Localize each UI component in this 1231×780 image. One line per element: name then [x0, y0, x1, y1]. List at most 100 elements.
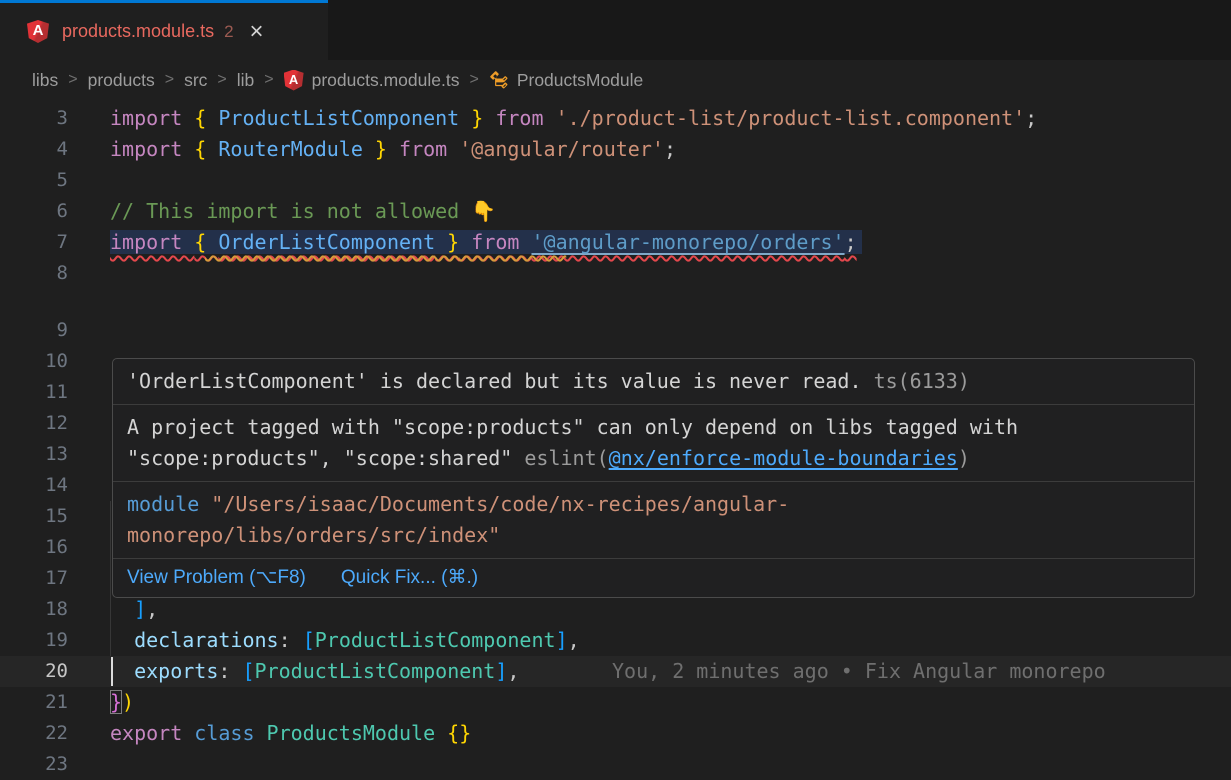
code-token: ;	[1025, 106, 1037, 130]
eslint-rule-link[interactable]: @nx/enforce-module-boundaries	[609, 446, 958, 470]
chevron-right-icon: >	[217, 71, 226, 89]
tab-products-module[interactable]: products.module.ts 2 ×	[0, 0, 328, 60]
line-number-5[interactable]: 5	[0, 165, 68, 196]
line-number-10[interactable]: 10	[0, 346, 68, 377]
line-content: // This import is not allowed 👇	[110, 196, 1231, 227]
line-number-20[interactable]: 20	[0, 656, 68, 687]
quick-fix-button[interactable]: Quick Fix... (⌘.)	[341, 564, 478, 591]
line-number-12[interactable]: 12	[0, 408, 68, 439]
hover-actions: View Problem (⌥F8) Quick Fix... (⌘.)	[113, 559, 1194, 597]
line-content: import { RouterModule } from '@angular/r…	[110, 134, 1231, 165]
code-token: {	[194, 106, 218, 130]
eslint-source-open: eslint(	[524, 446, 608, 470]
code-token: import	[110, 137, 194, 161]
breadcrumb-item-libs[interactable]: libs	[32, 70, 58, 91]
view-problem-button[interactable]: View Problem (⌥F8)	[127, 564, 306, 591]
code-token: // This import is not allowed	[110, 199, 471, 223]
code-line-9[interactable]: 9	[0, 315, 1231, 346]
code-line-8[interactable]: 8	[0, 258, 1231, 289]
code-line-23[interactable]: 23	[0, 749, 1231, 780]
line-number-16[interactable]: 16	[0, 532, 68, 563]
code-line-22[interactable]: 22 export class ProductsModule {}	[0, 718, 1231, 749]
code-token: ProductListComponent	[218, 106, 459, 130]
code-token: 👇	[471, 199, 496, 223]
module-line1: module "/Users/isaac/Documents/code/nx-r…	[127, 489, 1180, 520]
line-number-8[interactable]: 8	[0, 258, 68, 289]
eslint-source-close: )	[958, 446, 970, 470]
code-token: ProductListComponent	[255, 659, 496, 683]
line-content: import { OrderListComponent } from '@ang…	[110, 227, 1231, 258]
line-number-3[interactable]: 3	[0, 103, 68, 134]
code-line-3[interactable]: 3import { ProductListComponent } from '.…	[0, 103, 1231, 134]
chevron-right-icon: >	[165, 71, 174, 89]
code-line-6[interactable]: 6 // This import is not allowed 👇	[0, 196, 1231, 227]
hover-eslint-error: A project tagged with "scope:products" c…	[113, 405, 1194, 482]
tab-problem-count-badge: 2	[224, 22, 233, 42]
line-number-21[interactable]: 21	[0, 687, 68, 718]
code-token: ]	[134, 597, 146, 621]
line-number-13[interactable]: 13	[0, 439, 68, 470]
eslint-message-line2: "scope:products", "scope:shared" eslint(…	[127, 443, 1180, 474]
code-token	[110, 597, 134, 621]
code-token: exports	[134, 659, 218, 683]
breadcrumb-item-symbol[interactable]: ProductsModule	[517, 70, 643, 91]
angular-file-icon	[27, 20, 49, 43]
code-line-18[interactable]: 18 ],	[0, 594, 1231, 625]
breadcrumb-item-lib[interactable]: lib	[237, 70, 255, 91]
line-content: ],	[110, 594, 1231, 625]
code-token: [	[303, 628, 315, 652]
code-token: ProductsModule	[267, 721, 448, 745]
line-number-11[interactable]: 11	[0, 377, 68, 408]
code-line-5[interactable]: 5	[0, 165, 1231, 196]
code-token: )	[122, 690, 134, 714]
line-content	[110, 258, 1231, 289]
indent-guide-icon	[110, 501, 111, 532]
breadcrumb-item-src[interactable]: src	[184, 70, 207, 91]
line-number-19[interactable]: 19	[0, 625, 68, 656]
code-token: {	[194, 137, 218, 161]
line-content	[110, 749, 1231, 780]
code-line-21[interactable]: 21})	[0, 687, 1231, 718]
indent-guide-icon	[110, 532, 111, 563]
code-token: ,	[507, 659, 519, 683]
line-number-4[interactable]: 4	[0, 134, 68, 165]
code-line-20[interactable]: 20 exports: [ProductListComponent],You, …	[0, 656, 1231, 687]
line-number-23[interactable]: 23	[0, 749, 68, 780]
line-content	[110, 315, 1231, 346]
line-number-9[interactable]: 9	[0, 315, 68, 346]
code-token	[110, 628, 134, 652]
code-line-19[interactable]: 19 declarations: [ProductListComponent],	[0, 625, 1231, 656]
line-number-18[interactable]: 18	[0, 594, 68, 625]
line-number-15[interactable]: 15	[0, 501, 68, 532]
code-token: :	[279, 628, 303, 652]
line-number-17[interactable]: 17	[0, 563, 68, 594]
line-content: exports: [ProductListComponent],You, 2 m…	[110, 656, 1231, 687]
line-number-14[interactable]: 14	[0, 470, 68, 501]
code-line-7[interactable]: 7 import { OrderListComponent } from '@an…	[0, 227, 1231, 258]
code-token: ,	[568, 628, 580, 652]
chevron-right-icon: >	[68, 71, 77, 89]
eslint-message-tags: "scope:products", "scope:shared"	[127, 446, 512, 470]
vscode-window: products.module.ts 2 × libs > products >…	[0, 0, 1231, 780]
code-token: }	[110, 690, 122, 714]
breadcrumb-item-file[interactable]: products.module.ts	[312, 70, 460, 91]
code-token: export	[110, 721, 194, 745]
close-icon[interactable]: ×	[250, 20, 264, 44]
chevron-right-icon: >	[469, 71, 478, 89]
tab-title: products.module.ts	[62, 21, 214, 42]
code-token: RouterModule	[218, 137, 363, 161]
line-number-22[interactable]: 22	[0, 718, 68, 749]
line-content: export class ProductsModule {}	[110, 718, 1231, 749]
breadcrumb-item-products[interactable]: products	[88, 70, 155, 91]
line-number-7[interactable]: 7	[0, 227, 68, 258]
code-token: '@angular-monorepo/orders'	[531, 230, 844, 254]
code-editor[interactable]: 3import { ProductListComponent } from '.…	[0, 100, 1231, 780]
hover-ts-error: 'OrderListComponent' is declared but its…	[113, 359, 1194, 405]
breadcrumb: libs > products > src > lib > products.m…	[0, 60, 1231, 100]
chevron-right-icon: >	[264, 71, 273, 89]
line-number-6[interactable]: 6	[0, 196, 68, 227]
indent-guide-icon	[110, 625, 111, 656]
line-content: declarations: [ProductListComponent],	[110, 625, 1231, 656]
code-line-4[interactable]: 4 import { RouterModule } from '@angular/…	[0, 134, 1231, 165]
symbol-class-icon	[489, 70, 509, 90]
